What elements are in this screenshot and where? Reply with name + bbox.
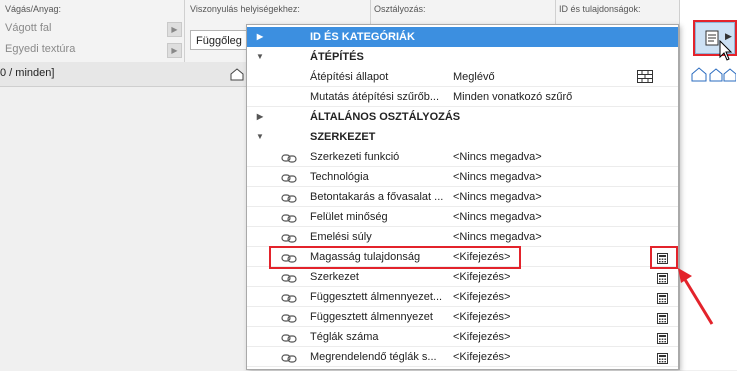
property-row[interactable]: Átépítési állapot Meglévő <box>247 67 678 87</box>
property-row[interactable]: Függesztett álmennyezet <Kifejezés> <box>247 307 678 327</box>
calculator-icon[interactable] <box>657 351 668 364</box>
calculator-icon[interactable] <box>657 291 668 304</box>
collapse-triangle-icon[interactable]: ▼ <box>255 47 265 67</box>
highlight-frame-row <box>269 246 521 269</box>
link-icon <box>281 191 297 203</box>
link-icon <box>281 231 297 243</box>
toolbar-divider <box>184 0 185 62</box>
viszonyulas-label: Viszonyulás helyiségekhez: <box>190 4 300 14</box>
property-value[interactable]: <Kifejezés> <box>453 327 510 347</box>
property-value[interactable]: Meglévő <box>453 67 495 87</box>
link-icon <box>281 151 297 163</box>
property-row[interactable]: Szerkezet <Kifejezés> <box>247 267 678 287</box>
category-name: ID ÉS KATEGÓRIÁK <box>310 31 415 43</box>
egyedi-textura-item[interactable]: Egyedi textúra <box>5 43 75 55</box>
property-row[interactable]: Technológia <Nincs megadva> <box>247 167 678 187</box>
property-name: Átépítési állapot <box>310 71 389 83</box>
property-name: Megrendelendő téglák s... <box>310 351 437 363</box>
vagott-fal-arrow-button[interactable]: ▶ <box>167 22 182 37</box>
link-icon <box>281 351 297 363</box>
link-icon <box>281 171 297 183</box>
property-row[interactable]: Mutatás átépítési szűrőb... Minden vonatk… <box>247 87 678 107</box>
property-value[interactable]: <Nincs megadva> <box>453 187 542 207</box>
property-row[interactable]: Megrendelendő téglák s... <Kifejezés> <box>247 347 678 367</box>
property-row[interactable]: Betontakarás a fővasalat ... <Nincs megad… <box>247 187 678 207</box>
property-row[interactable]: Emelési súly <Nincs megadva> <box>247 227 678 247</box>
link-icon <box>281 331 297 343</box>
property-name: Szerkezet <box>310 271 359 283</box>
property-name: Szerkezeti funkció <box>310 151 400 163</box>
egyedi-textura-arrow-button[interactable]: ▶ <box>167 43 182 58</box>
house-icon[interactable] <box>229 67 245 84</box>
property-name: Függesztett álmennyezet <box>310 311 433 323</box>
path-text: 0 / minden] <box>0 67 55 79</box>
brick-wall-icon <box>637 70 653 83</box>
category-name: ÁLTALÁNOS OSZTÁLYOZÁS <box>310 111 461 123</box>
property-value[interactable]: <Kifejezés> <box>453 287 510 307</box>
property-value[interactable]: <Kifejezés> <box>453 347 510 367</box>
property-value[interactable]: Minden vonatkozó szűrő <box>453 87 572 107</box>
property-name: Függesztett álmennyezet... <box>310 291 443 303</box>
property-value[interactable]: <Nincs megadva> <box>453 147 542 167</box>
osztalyozas-label: Osztályozás: <box>374 4 426 14</box>
house-icon[interactable] <box>690 66 737 85</box>
properties-popup: ▶ ID ÉS KATEGÓRIÁK ▼ ÁTÉPÍTÉS Átépítési álla… <box>246 24 679 370</box>
property-name: Mutatás átépítési szűrőb... <box>310 91 440 103</box>
link-icon <box>281 271 297 283</box>
property-row[interactable]: Szerkezeti funkció <Nincs megadva> <box>247 147 678 167</box>
cursor-icon <box>718 39 734 65</box>
category-row[interactable]: ▶ ÁLTALÁNOS OSZTÁLYOZÁS <box>247 107 678 127</box>
property-name: Technológia <box>310 171 369 183</box>
expand-triangle-icon[interactable]: ▶ <box>255 107 265 127</box>
property-name: Téglák száma <box>310 331 379 343</box>
category-row[interactable]: ▼ ÁTÉPÍTÉS <box>247 47 678 67</box>
property-name: Emelési súly <box>310 231 372 243</box>
link-icon <box>281 291 297 303</box>
link-icon <box>281 311 297 323</box>
id-label: ID és tulajdonságok: <box>559 4 641 14</box>
calculator-icon[interactable] <box>657 311 668 324</box>
category-name: ÁTÉPÍTÉS <box>310 51 364 63</box>
vagas-label: Vágás/Anyag: <box>5 4 62 14</box>
property-value[interactable]: <Nincs megadva> <box>453 207 542 227</box>
property-value[interactable]: <Kifejezés> <box>453 267 510 287</box>
property-row[interactable]: Téglák száma <Kifejezés> <box>247 327 678 347</box>
property-value[interactable]: <Kifejezés> <box>453 307 510 327</box>
link-icon <box>281 211 297 223</box>
collapse-triangle-icon[interactable]: ▼ <box>255 127 265 147</box>
property-value[interactable]: <Nincs megadva> <box>453 167 542 187</box>
property-name: Betontakarás a fővasalat ... <box>310 191 444 203</box>
property-value[interactable]: <Nincs megadva> <box>453 227 542 247</box>
category-row[interactable]: ▼ SZERKEZET <box>247 127 678 147</box>
property-name: Felület minőség <box>310 211 388 223</box>
property-row[interactable]: Függesztett álmennyezet... <Kifejezés> <box>247 287 678 307</box>
category-row[interactable]: ▶ ID ÉS KATEGÓRIÁK <box>247 27 678 47</box>
viszonyulas-combo[interactable]: Függőleg <box>190 30 250 50</box>
calculator-icon[interactable] <box>657 271 668 284</box>
red-arrow-icon <box>678 268 714 325</box>
category-name: SZERKEZET <box>310 131 376 143</box>
expand-triangle-icon[interactable]: ▶ <box>255 27 265 47</box>
vagott-fal-item[interactable]: Vágott fal <box>5 22 51 34</box>
calculator-icon[interactable] <box>657 331 668 344</box>
property-row[interactable]: Felület minőség <Nincs megadva> <box>247 207 678 227</box>
row-divider <box>247 366 678 367</box>
